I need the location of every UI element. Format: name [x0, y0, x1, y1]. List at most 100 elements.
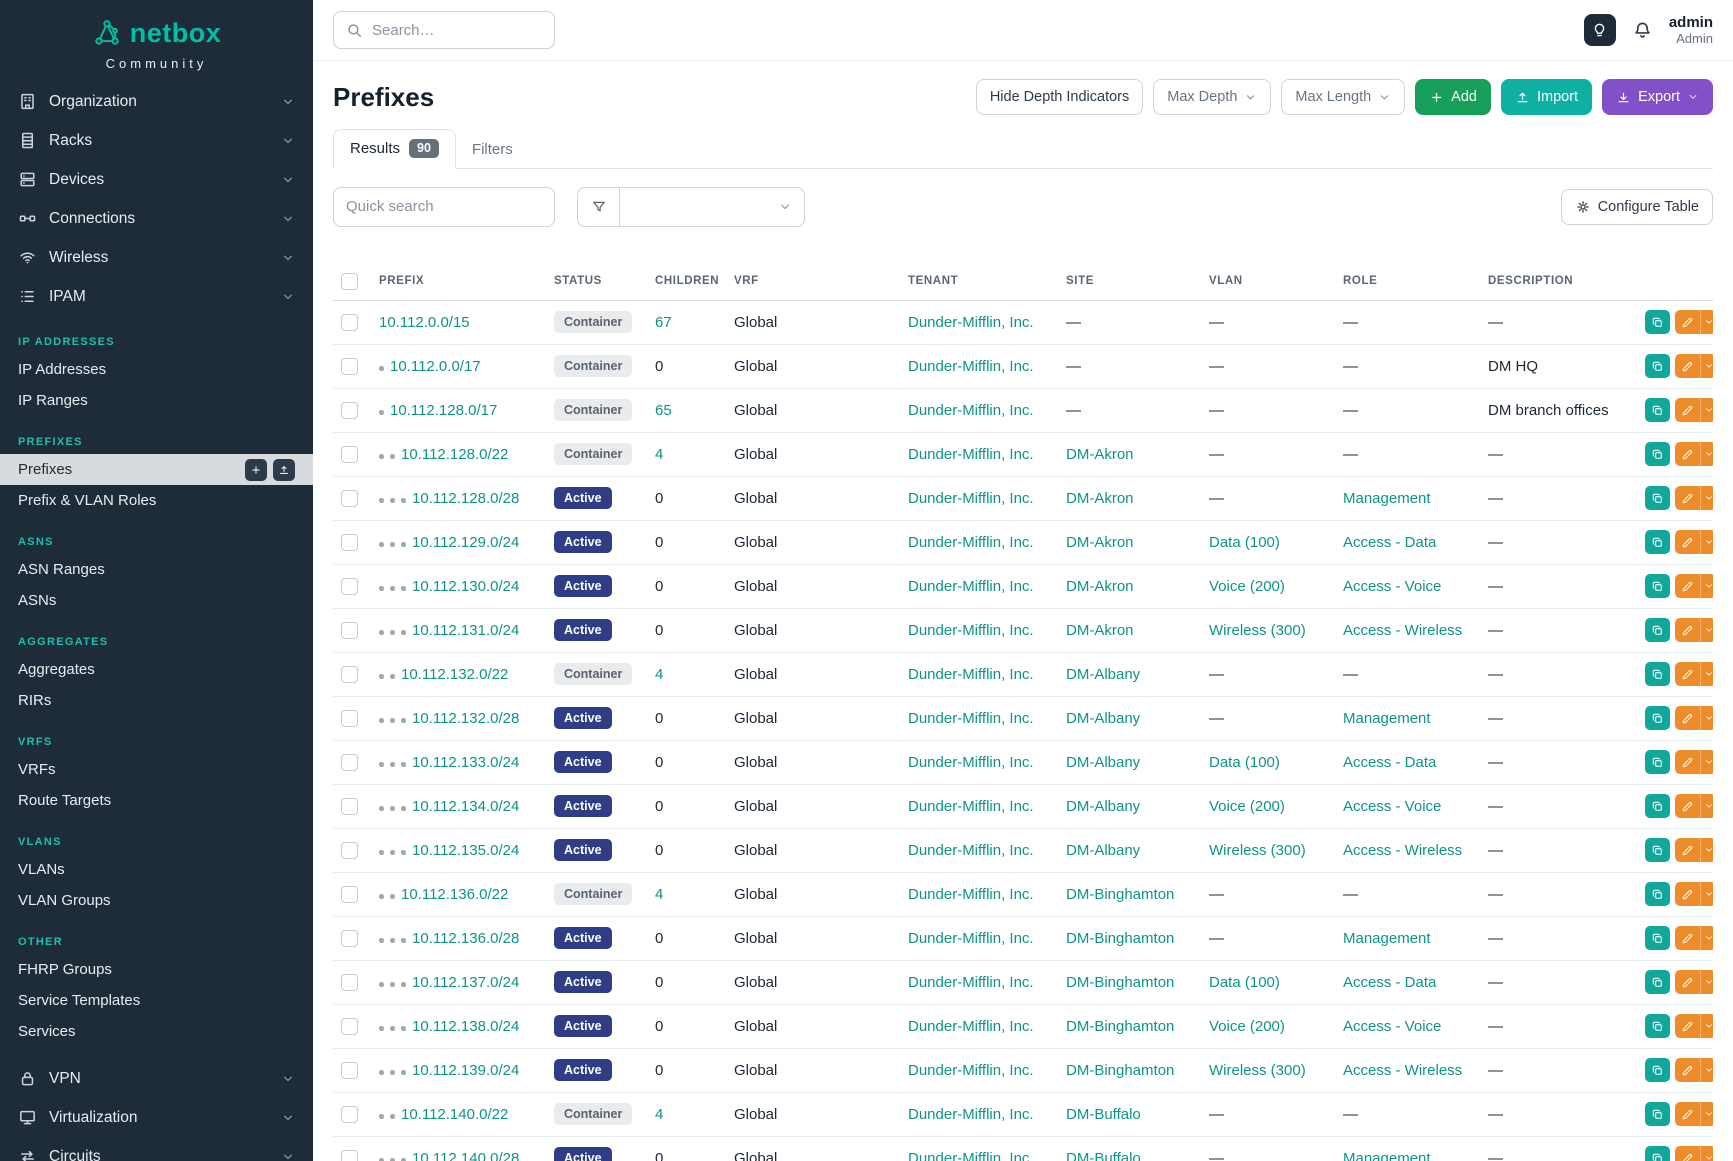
column-header-vrf[interactable]: VRF	[726, 265, 900, 301]
edit-button[interactable]	[1675, 926, 1700, 950]
tenant-link[interactable]: Dunder-Mifflin, Inc.	[908, 798, 1034, 815]
sidebar-item-vrfs[interactable]: VRFs	[0, 754, 313, 785]
children-count-link[interactable]: 4	[655, 666, 663, 683]
role-link[interactable]: Access - Wireless	[1343, 622, 1462, 639]
row-checkbox[interactable]	[341, 622, 358, 639]
edit-dropdown-toggle[interactable]	[1700, 750, 1713, 774]
row-checkbox[interactable]	[341, 446, 358, 463]
row-checkbox[interactable]	[341, 886, 358, 903]
children-count-link[interactable]: 65	[655, 402, 672, 419]
edit-dropdown-toggle[interactable]	[1700, 310, 1713, 334]
children-count-link[interactable]: 4	[655, 1106, 663, 1123]
sidebar-item-services[interactable]: Services	[0, 1016, 313, 1047]
copy-button[interactable]	[1645, 574, 1670, 598]
copy-button[interactable]	[1645, 442, 1670, 466]
vlan-link[interactable]: Data (100)	[1209, 974, 1280, 991]
copy-button[interactable]	[1645, 794, 1670, 818]
role-link[interactable]: Access - Data	[1343, 974, 1436, 991]
tenant-link[interactable]: Dunder-Mifflin, Inc.	[908, 886, 1034, 903]
max-length-dropdown[interactable]: Max Length	[1281, 79, 1405, 115]
site-link[interactable]: DM-Akron	[1066, 622, 1134, 639]
prefix-link[interactable]: 10.112.140.0/22	[401, 1106, 508, 1123]
tenant-link[interactable]: Dunder-Mifflin, Inc.	[908, 754, 1034, 771]
import-prefix-mini-button[interactable]	[273, 459, 295, 481]
sidebar-item-prefix-vlan-roles[interactable]: Prefix & VLAN Roles	[0, 485, 313, 516]
vlan-link[interactable]: Wireless (300)	[1209, 842, 1306, 859]
notifications-button[interactable]	[1632, 20, 1653, 41]
prefix-link[interactable]: 10.112.133.0/24	[412, 754, 519, 771]
vlan-link[interactable]: Data (100)	[1209, 534, 1280, 551]
row-checkbox[interactable]	[341, 842, 358, 859]
edit-button[interactable]	[1675, 618, 1700, 642]
edit-dropdown-toggle[interactable]	[1700, 706, 1713, 730]
copy-button[interactable]	[1645, 618, 1670, 642]
import-button[interactable]: Import	[1501, 79, 1592, 115]
copy-button[interactable]	[1645, 882, 1670, 906]
sidebar-item-connections[interactable]: Connections	[0, 199, 313, 238]
role-link[interactable]: Access - Voice	[1343, 578, 1441, 595]
edit-button[interactable]	[1675, 794, 1700, 818]
tenant-link[interactable]: Dunder-Mifflin, Inc.	[908, 622, 1034, 639]
tenant-link[interactable]: Dunder-Mifflin, Inc.	[908, 974, 1034, 991]
row-checkbox[interactable]	[341, 534, 358, 551]
vlan-link[interactable]: Data (100)	[1209, 754, 1280, 771]
edit-dropdown-toggle[interactable]	[1700, 794, 1713, 818]
sidebar-item-fhrp-groups[interactable]: FHRP Groups	[0, 954, 313, 985]
prefix-link[interactable]: 10.112.137.0/24	[412, 974, 519, 991]
column-header-role[interactable]: ROLE	[1335, 265, 1480, 301]
site-link[interactable]: DM-Albany	[1066, 798, 1140, 815]
vlan-link[interactable]: Voice (200)	[1209, 578, 1285, 595]
edit-dropdown-toggle[interactable]	[1700, 530, 1713, 554]
row-checkbox[interactable]	[341, 490, 358, 507]
copy-button[interactable]	[1645, 310, 1670, 334]
sidebar-item-ipam[interactable]: IPAM	[0, 277, 313, 316]
configure-table-button[interactable]: Configure Table	[1561, 189, 1713, 225]
column-header-prefix[interactable]: PREFIX	[371, 265, 546, 301]
copy-button[interactable]	[1645, 1058, 1670, 1082]
row-checkbox[interactable]	[341, 578, 358, 595]
vlan-link[interactable]: Voice (200)	[1209, 798, 1285, 815]
sidebar-item-service-templates[interactable]: Service Templates	[0, 985, 313, 1016]
row-checkbox[interactable]	[341, 1018, 358, 1035]
role-link[interactable]: Access - Wireless	[1343, 1062, 1462, 1079]
prefix-link[interactable]: 10.112.136.0/28	[412, 930, 519, 947]
vlan-link[interactable]: Wireless (300)	[1209, 622, 1306, 639]
vlan-link[interactable]: Wireless (300)	[1209, 1062, 1306, 1079]
edit-button[interactable]	[1675, 486, 1700, 510]
edit-dropdown-toggle[interactable]	[1700, 1058, 1713, 1082]
prefix-link[interactable]: 10.112.128.0/28	[412, 490, 519, 507]
row-checkbox[interactable]	[341, 1062, 358, 1079]
row-checkbox[interactable]	[341, 754, 358, 771]
edit-dropdown-toggle[interactable]	[1700, 618, 1713, 642]
edit-button[interactable]	[1675, 970, 1700, 994]
site-link[interactable]: DM-Buffalo	[1066, 1150, 1141, 1161]
sidebar-item-vlan-groups[interactable]: VLAN Groups	[0, 885, 313, 916]
row-checkbox[interactable]	[341, 1150, 358, 1161]
tenant-link[interactable]: Dunder-Mifflin, Inc.	[908, 358, 1034, 375]
tenant-link[interactable]: Dunder-Mifflin, Inc.	[908, 930, 1034, 947]
sidebar-item-virtualization[interactable]: Virtualization	[0, 1098, 313, 1137]
filter-button[interactable]	[577, 187, 619, 227]
prefix-link[interactable]: 10.112.140.0/28	[412, 1150, 519, 1161]
tenant-link[interactable]: Dunder-Mifflin, Inc.	[908, 666, 1034, 683]
add-button[interactable]: Add	[1415, 79, 1491, 115]
tenant-link[interactable]: Dunder-Mifflin, Inc.	[908, 314, 1034, 331]
site-link[interactable]: DM-Binghamton	[1066, 886, 1174, 903]
edit-dropdown-toggle[interactable]	[1700, 970, 1713, 994]
global-search-input[interactable]	[372, 22, 571, 39]
edit-button[interactable]	[1675, 706, 1700, 730]
tenant-link[interactable]: Dunder-Mifflin, Inc.	[908, 1106, 1034, 1123]
prefix-link[interactable]: 10.112.134.0/24	[412, 798, 519, 815]
vlan-link[interactable]: Voice (200)	[1209, 1018, 1285, 1035]
sidebar-item-asns[interactable]: ASNs	[0, 585, 313, 616]
site-link[interactable]: DM-Akron	[1066, 534, 1134, 551]
sidebar-item-asn-ranges[interactable]: ASN Ranges	[0, 554, 313, 585]
edit-button[interactable]	[1675, 1102, 1700, 1126]
tenant-link[interactable]: Dunder-Mifflin, Inc.	[908, 1062, 1034, 1079]
site-link[interactable]: DM-Akron	[1066, 446, 1134, 463]
role-link[interactable]: Access - Voice	[1343, 1018, 1441, 1035]
edit-button[interactable]	[1675, 398, 1700, 422]
column-header-description[interactable]: DESCRIPTION	[1480, 265, 1637, 301]
user-menu[interactable]: admin Admin	[1669, 14, 1713, 46]
sidebar-item-devices[interactable]: Devices	[0, 160, 313, 199]
